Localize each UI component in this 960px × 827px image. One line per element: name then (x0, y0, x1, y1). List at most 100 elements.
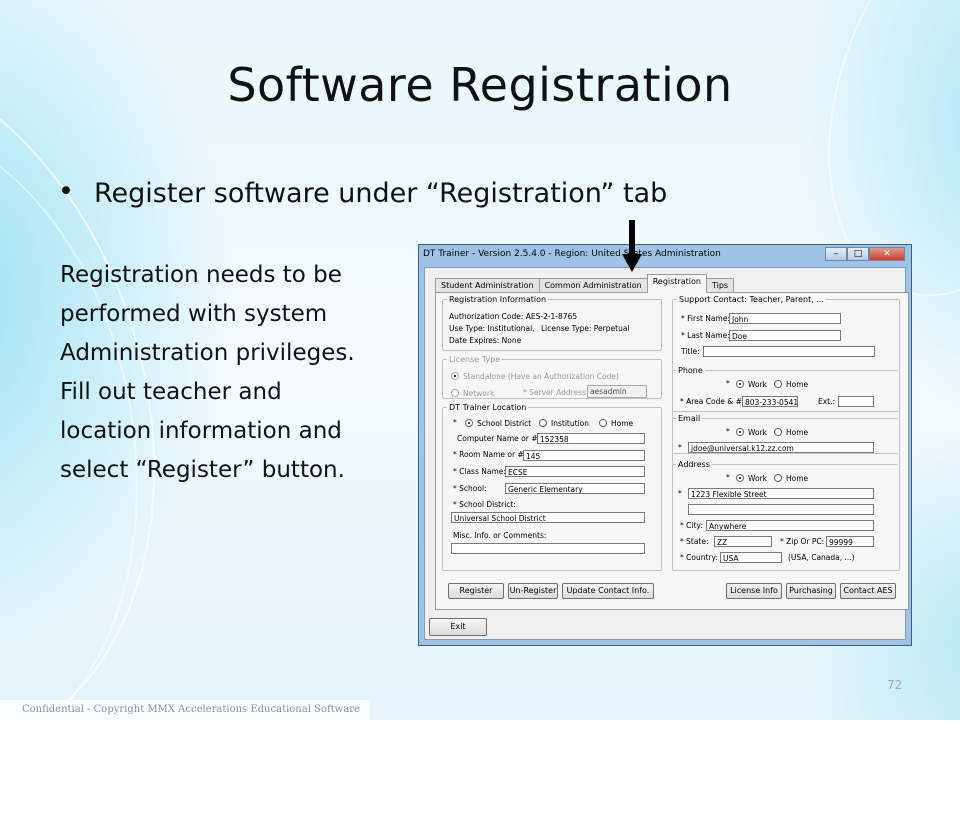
window-title: DT Trainer - Version 2.5.4.0 - Region: U… (423, 249, 721, 259)
server-address-label: * Server Address: (523, 388, 589, 397)
tab-strip: Student Administration Common Administra… (435, 274, 735, 293)
body-line: Registration needs to be (60, 262, 342, 288)
page-number: 72 (887, 678, 903, 692)
network-radio[interactable] (451, 389, 459, 397)
required-star: * (726, 427, 730, 436)
email-group: Email * Work Home * jdoe@universal.k12.z… (672, 414, 898, 454)
first-name-input[interactable]: John (729, 313, 841, 324)
state-label: * State: (680, 537, 709, 546)
slide-title: Software Registration (227, 58, 733, 112)
required-star: * (453, 418, 457, 427)
network-label: Network (463, 389, 495, 398)
first-name-label: * First Name: (681, 314, 730, 323)
window-controls: – □ ✕ (825, 247, 905, 261)
registration-info-group: Registration Information Authorization C… (442, 295, 662, 351)
school-district-field-label: * School District: (453, 500, 516, 509)
minimize-button[interactable]: – (825, 247, 847, 261)
ext-input[interactable] (838, 396, 874, 407)
computer-name-input[interactable]: 152358 (537, 433, 645, 444)
location-group: DT Trainer Location * School District In… (442, 403, 662, 571)
school-district-input[interactable]: Universal School District (451, 512, 645, 523)
email-legend: Email (678, 414, 701, 423)
body-line: location information and (60, 418, 342, 444)
country-hint: (USA, Canada, ...) (788, 553, 855, 562)
misc-info-input[interactable] (451, 543, 645, 554)
license-type-group: License Type Standalone (Have an Authori… (442, 355, 662, 399)
close-button[interactable]: ✕ (869, 247, 905, 261)
class-name-input[interactable]: ECSE (505, 466, 645, 477)
address-home-radio[interactable] (774, 474, 782, 482)
address-legend: Address (678, 460, 710, 469)
school-input[interactable]: Generic Elementary (505, 483, 645, 494)
callout-arrow-icon (622, 220, 642, 272)
window-client: Student Administration Common Administra… (424, 267, 909, 640)
license-type-legend: License Type (449, 355, 501, 364)
computer-name-label: Computer Name or #: (457, 434, 541, 443)
zip-label: * Zip Or PC: (780, 537, 825, 546)
tab-student-administration[interactable]: Student Administration (435, 278, 540, 292)
phone-work-label: Work (748, 380, 767, 389)
standalone-label: Standalone (Have an Authorization Code) (463, 372, 619, 381)
exit-button[interactable]: Exit (429, 618, 487, 636)
bullet-dot-icon: • (58, 176, 74, 207)
auth-code-text: Authorization Code: AES-2-1-8765 (449, 312, 578, 321)
tab-tips[interactable]: Tips (705, 278, 735, 292)
home-radio[interactable] (599, 419, 607, 427)
server-address-input[interactable]: aesadmin (587, 385, 647, 398)
email-home-label: Home (786, 428, 809, 437)
country-input[interactable]: USA (720, 552, 782, 563)
address-group: Address * Work Home * 1223 Flexible Stre… (672, 460, 898, 577)
support-contact-group: Support Contact: Teacher, Parent, ... * … (672, 295, 900, 571)
area-code-label: * Area Code & #: (680, 397, 745, 406)
bullet-text: Register software under “Registration” t… (94, 178, 668, 209)
license-info-button[interactable]: License Info (726, 583, 782, 599)
institution-radio[interactable] (539, 419, 547, 427)
support-contact-legend: Support Contact: Teacher, Parent, ... (679, 295, 824, 304)
required-star: * (726, 379, 730, 388)
tab-common-administration[interactable]: Common Administration (538, 278, 648, 292)
required-star: * (678, 489, 682, 498)
license-type-text: License Type: Perpetual (541, 324, 630, 333)
body-line: performed with system (60, 301, 328, 327)
standalone-radio[interactable] (451, 372, 459, 380)
home-label: Home (611, 419, 634, 428)
purchasing-button[interactable]: Purchasing (786, 583, 836, 599)
misc-info-label: Misc. Info. or Comments: (453, 531, 547, 540)
address-home-label: Home (786, 474, 809, 483)
address-line2-input[interactable] (688, 504, 874, 515)
body-line: Administration privileges. (60, 340, 355, 366)
footer-copyright: Confidential - Copyright MMX Acceleratio… (0, 700, 370, 720)
address-line1-input[interactable]: 1223 Flexible Street (688, 488, 874, 499)
email-input[interactable]: jdoe@universal.k12.zz.com (688, 442, 874, 453)
address-work-radio[interactable] (736, 474, 744, 482)
phone-work-radio[interactable] (736, 380, 744, 388)
maximize-button[interactable]: □ (847, 247, 869, 261)
state-input[interactable]: ZZ (714, 536, 772, 547)
phone-group: Phone * Work Home * Area Code & #: 803-2… (672, 366, 898, 412)
last-name-input[interactable]: Doe (729, 330, 841, 341)
area-code-input[interactable]: 803-233-0541 (742, 396, 798, 407)
update-contact-button[interactable]: Update Contact Info. (562, 583, 654, 599)
phone-home-radio[interactable] (774, 380, 782, 388)
city-input[interactable]: Anywhere (706, 520, 874, 531)
school-label: * School: (453, 484, 487, 493)
contact-aes-button[interactable]: Contact AES (840, 583, 896, 599)
date-expires-text: Date Expires: None (449, 336, 522, 345)
body-line: Fill out teacher and (60, 379, 282, 405)
school-district-radio[interactable] (465, 419, 473, 427)
last-name-label: * Last Name: (681, 331, 730, 340)
email-work-radio[interactable] (736, 428, 744, 436)
registration-info-legend: Registration Information (449, 295, 547, 304)
phone-legend: Phone (678, 366, 703, 375)
country-label: * Country: (680, 553, 718, 562)
title-input[interactable] (703, 346, 875, 357)
register-button[interactable]: Register (448, 583, 504, 599)
tab-registration[interactable]: Registration (646, 274, 707, 293)
unregister-button[interactable]: Un-Register (508, 583, 558, 599)
room-name-input[interactable]: 145 (523, 450, 645, 461)
zip-input[interactable]: 99999 (826, 536, 874, 547)
location-legend: DT Trainer Location (449, 403, 527, 412)
phone-home-label: Home (786, 380, 809, 389)
use-type-text: Use Type: Institutional, (449, 324, 535, 333)
email-home-radio[interactable] (774, 428, 782, 436)
